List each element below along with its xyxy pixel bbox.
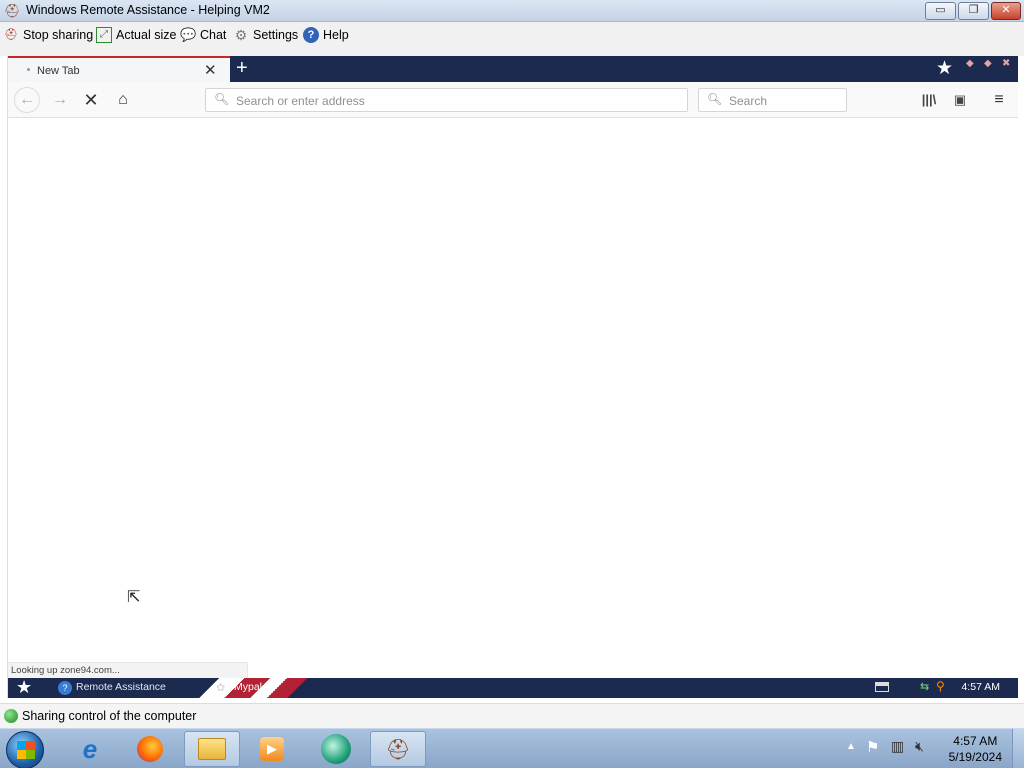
help-button[interactable]: ? Help: [303, 25, 349, 45]
search-icon: 🔍︎: [214, 92, 230, 106]
remote-assistance-task-icon: ?: [58, 681, 72, 695]
restore-button[interactable]: ❐: [958, 2, 989, 20]
mypal-task-icon: ✿: [216, 682, 226, 694]
home-icon[interactable]: ⌂: [111, 89, 135, 111]
status-text: Looking up zone94.com...: [11, 665, 120, 676]
remote-assistance-toolbar: ⛑ Stop sharing ⤢ Actual size 💬 Chat ⚙ Se…: [0, 22, 1024, 56]
menu-hamburger-icon[interactable]: ≡: [987, 89, 1011, 111]
close-button[interactable]: ✕: [991, 2, 1021, 20]
actual-size-button[interactable]: ⤢ Actual size: [96, 25, 176, 45]
search-input[interactable]: 🔍︎ Search: [698, 88, 847, 112]
mouse-cursor-icon: ⇱: [127, 589, 141, 606]
stop-sharing-label: Stop sharing: [23, 28, 94, 42]
sharing-status-text: Sharing control of the computer: [22, 709, 197, 723]
chat-label: Chat: [200, 28, 227, 42]
settings-button[interactable]: ⚙ Settings: [233, 25, 298, 45]
browser-status-panel: Looking up zone94.com...: [8, 662, 248, 678]
search-placeholder: Search: [729, 94, 768, 108]
tab-title: New Tab: [37, 65, 80, 77]
page-content[interactable]: [8, 118, 1018, 678]
remote-assistance-app-icon: ⛑: [4, 3, 21, 18]
help-label: Help: [323, 28, 349, 42]
system-clock[interactable]: 4:57 AM 5/19/2024: [949, 733, 1002, 765]
remote-task-item-mypal[interactable]: Mypal: [234, 681, 262, 693]
stop-sharing-button[interactable]: ⛑ Stop sharing: [3, 25, 93, 45]
windows-taskbar: e ▶ ⛑ ▲ ⚑ ▥ 🔇︎ 4:57 AM 5/19/2024: [0, 728, 1024, 768]
chat-button[interactable]: 💬 Chat: [180, 25, 226, 45]
actual-size-icon: ⤢: [96, 27, 112, 43]
back-arrow-icon[interactable]: ←: [14, 87, 40, 113]
media-player-icon[interactable]: ▶: [244, 731, 300, 767]
remote-assistance-screen: ⛑ Windows Remote Assistance - Helping VM…: [0, 0, 1024, 768]
forward-arrow-icon[interactable]: →: [48, 89, 72, 111]
browser-maximize-icon[interactable]: ◆: [984, 58, 992, 69]
sharing-status-bar: Sharing control of the computer: [0, 703, 1024, 728]
globe-app-icon[interactable]: [308, 731, 364, 767]
action-center-flag-icon[interactable]: ⚑: [866, 738, 879, 756]
theme-star-icon: ★: [936, 58, 954, 79]
actual-size-label: Actual size: [116, 28, 177, 42]
address-bar[interactable]: 🔍︎ Search or enter address: [205, 88, 688, 112]
browser-navigation-bar: ← → ✕ ⌂ 🔍︎ Search or enter address 🔍︎ Se…: [8, 82, 1018, 118]
new-tab-icon[interactable]: +: [236, 57, 248, 80]
window-titlebar: ⛑ Windows Remote Assistance - Helping VM…: [0, 0, 1024, 22]
browser-close-icon[interactable]: ✖: [1002, 58, 1010, 69]
volume-muted-icon[interactable]: 🔇︎: [915, 738, 924, 755]
internet-explorer-icon[interactable]: e: [62, 731, 118, 767]
tab-new-tab[interactable]: New Tab ✕: [8, 56, 230, 82]
remote-assistance-taskbar-icon[interactable]: ⛑: [370, 731, 426, 767]
stop-sharing-icon: ⛑: [4, 29, 18, 41]
close-tab-icon[interactable]: ✕: [204, 61, 217, 79]
remote-start-star-icon[interactable]: ★: [16, 678, 32, 698]
gear-icon: ⚙: [234, 27, 248, 43]
show-hidden-icons-icon[interactable]: ▲: [846, 741, 856, 752]
window-title: Windows Remote Assistance - Helping VM2: [26, 3, 270, 17]
minimize-button[interactable]: ▭: [925, 2, 956, 20]
help-icon: ?: [303, 27, 319, 43]
stop-loading-icon[interactable]: ✕: [79, 89, 103, 111]
remote-clock[interactable]: 4:57 AM: [961, 681, 1000, 693]
search-icon: 🔍︎: [707, 92, 723, 106]
keyboard-tray-icon[interactable]: [875, 682, 889, 692]
library-icon[interactable]: |||\: [917, 89, 941, 111]
browser-tab-strip: New Tab ✕ + ★ ◆ ◆ ✖: [8, 56, 1018, 82]
clock-date: 5/19/2024: [948, 750, 1002, 764]
remote-desktop-view[interactable]: New Tab ✕ + ★ ◆ ◆ ✖ ← → ✕ ⌂ 🔍︎ Search or…: [7, 56, 1018, 698]
network-icon[interactable]: ▥: [891, 738, 904, 755]
address-placeholder: Search or enter address: [236, 94, 365, 108]
tab-loading-indicator: [27, 68, 30, 71]
file-explorer-icon[interactable]: [184, 731, 240, 767]
status-green-orb-icon: [4, 709, 18, 723]
settings-label: Settings: [253, 28, 299, 42]
clock-time: 4:57 AM: [953, 734, 998, 748]
windows-logo-icon: [17, 741, 35, 759]
search-tray-icon[interactable]: ⚲: [936, 679, 945, 693]
firefox-icon[interactable]: [122, 731, 178, 767]
chat-bubble-icon: 💬: [180, 27, 197, 42]
browser-minimize-icon[interactable]: ◆: [966, 58, 974, 69]
start-button[interactable]: [6, 731, 44, 768]
show-desktop-button[interactable]: [1012, 729, 1024, 768]
sidebar-icon[interactable]: ▣: [948, 89, 972, 111]
network-tray-icon[interactable]: ⇆: [920, 680, 929, 693]
remote-taskbar: ★ ? Remote Assistance ✿ Mypal ⇆ ⚲ 4:57 A…: [8, 678, 1018, 698]
remote-task-item-remote-assistance[interactable]: Remote Assistance: [76, 681, 166, 693]
